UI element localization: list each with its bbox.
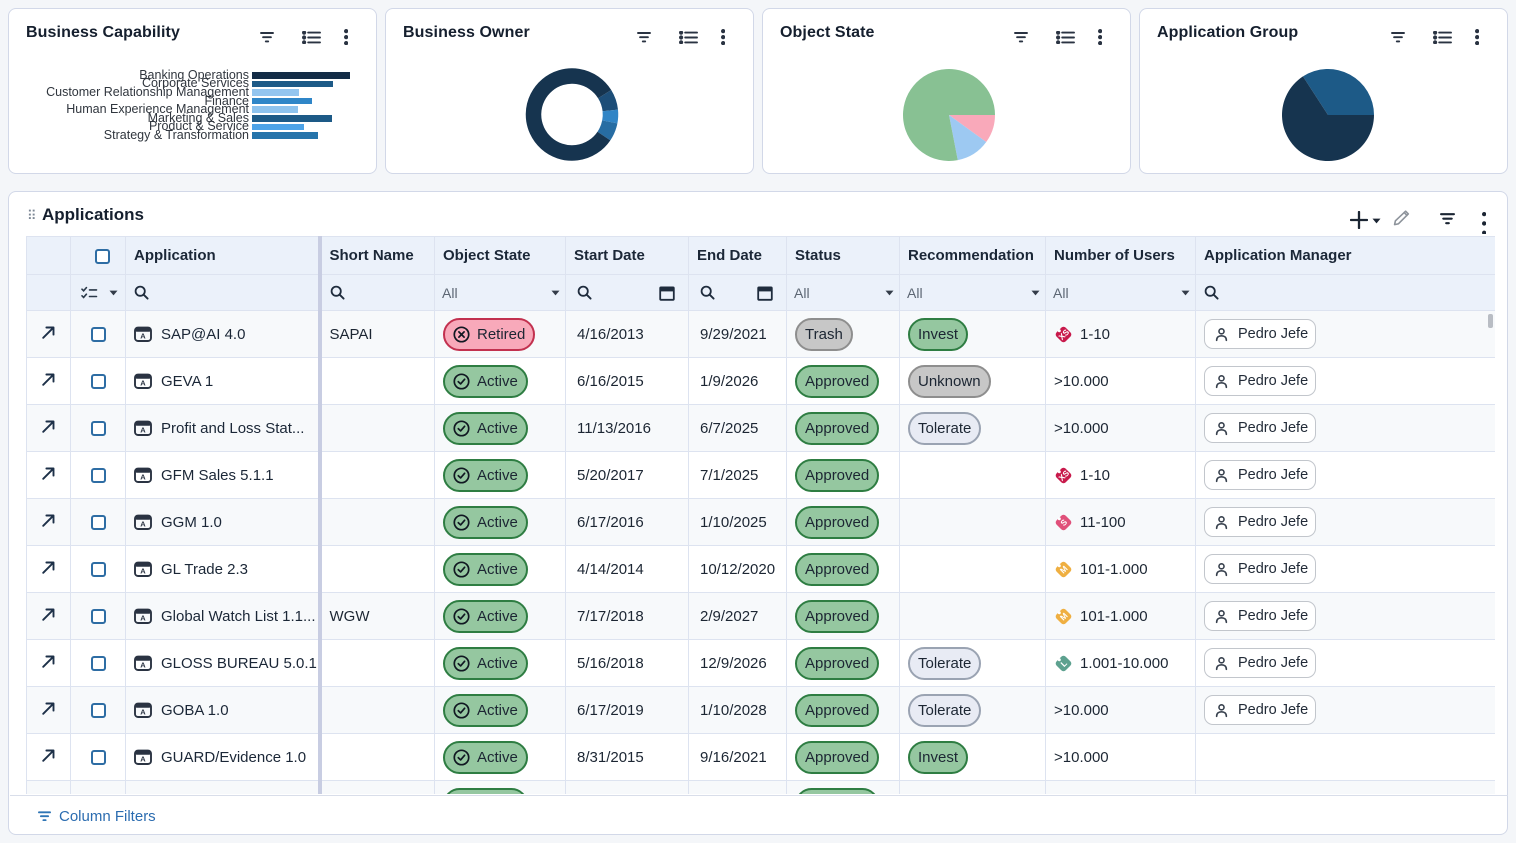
- svg-text:A: A: [140, 379, 146, 388]
- svg-text:A: A: [140, 567, 146, 576]
- svg-text:A: A: [140, 661, 146, 670]
- svg-text:A: A: [140, 473, 146, 482]
- svg-text:A: A: [140, 614, 146, 623]
- svg-text:A: A: [140, 520, 146, 529]
- svg-text:A: A: [140, 332, 146, 341]
- svg-text:A: A: [140, 755, 146, 764]
- svg-text:A: A: [140, 426, 146, 435]
- svg-text:A: A: [140, 708, 146, 717]
